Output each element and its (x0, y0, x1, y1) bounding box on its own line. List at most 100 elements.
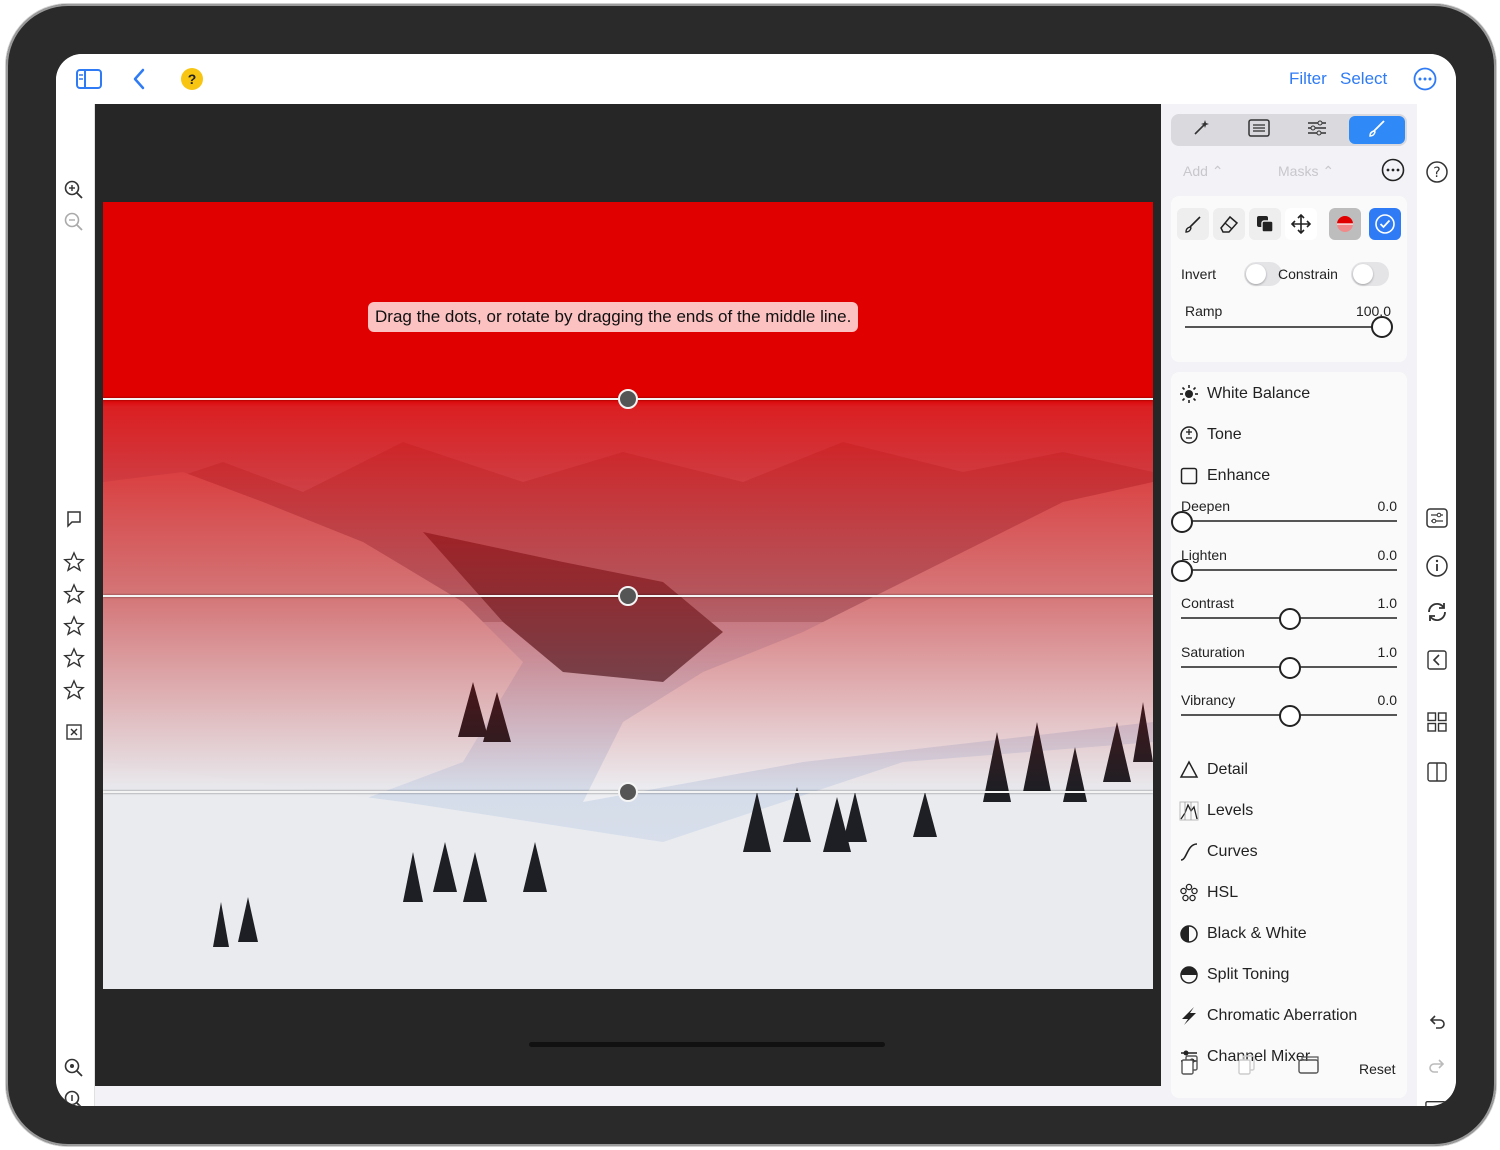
fill-copy-icon[interactable] (1249, 208, 1281, 240)
brush-icon (1367, 118, 1387, 143)
reset-button[interactable]: Reset (1359, 1061, 1396, 1077)
mask-overlay-icon[interactable] (1329, 208, 1361, 240)
confirm-check-icon[interactable] (1369, 208, 1401, 240)
adjustment-chromatic-aberration[interactable]: Chromatic Aberration (1179, 1004, 1357, 1028)
filmstrip-icon[interactable] (1425, 1098, 1449, 1106)
select-button[interactable]: Select (1340, 69, 1387, 89)
gradient-top-handle[interactable] (618, 389, 638, 409)
zoom-in-icon[interactable] (62, 178, 86, 202)
slider-knob[interactable] (1171, 559, 1193, 582)
copy-adjustments-icon[interactable] (1180, 1054, 1200, 1081)
filter-button[interactable]: Filter (1289, 69, 1327, 89)
color-wheel-icon (1179, 883, 1199, 903)
magic-wand-icon (1191, 118, 1211, 143)
grid-view-icon[interactable] (1425, 710, 1449, 734)
checkbox-icon[interactable] (1179, 466, 1199, 486)
paste-adjustments-icon[interactable] (1237, 1054, 1257, 1081)
constrain-label: Constrain (1278, 266, 1338, 282)
reject-icon[interactable] (62, 720, 86, 744)
left-toolbar (56, 104, 95, 1106)
slider-label: Contrast (1181, 595, 1234, 611)
help-badge[interactable]: ? (181, 68, 203, 90)
hsl-label: HSL (1207, 884, 1239, 901)
constrain-toggle[interactable] (1351, 262, 1389, 286)
adjustment-levels[interactable]: Levels (1179, 799, 1253, 823)
slider-knob[interactable] (1171, 511, 1193, 533)
paint-brush-icon[interactable] (1177, 208, 1209, 240)
redo-icon[interactable] (1425, 1054, 1449, 1078)
adjust-panel-icon[interactable] (1425, 506, 1449, 530)
star-1-icon[interactable] (62, 550, 86, 574)
black-white-label: Black & White (1207, 925, 1307, 942)
photo[interactable]: Drag the dots, or rotate by dragging the… (103, 202, 1153, 989)
slider-value: 0.0 (1377, 546, 1397, 563)
slider-label: Lighten (1181, 546, 1227, 563)
star-4-icon[interactable] (62, 646, 86, 670)
channel-mixer-label: Channel Mixer (1207, 1048, 1311, 1065)
zoom-out-icon[interactable] (62, 210, 86, 234)
adjustment-detail[interactable]: Detail (1179, 758, 1248, 782)
image-canvas[interactable]: Drag the dots, or rotate by dragging the… (95, 104, 1161, 1086)
tab-brush[interactable] (1349, 116, 1405, 144)
tab-auto-enhance[interactable] (1173, 116, 1229, 144)
help-icon[interactable]: ? (1425, 160, 1449, 184)
top-bar: ? Filter Select (56, 54, 1456, 104)
split-view-icon[interactable] (1425, 760, 1449, 784)
ramp-slider-knob[interactable] (1371, 316, 1393, 338)
gradient-middle-handle[interactable] (618, 586, 638, 606)
zoom-actual-icon[interactable] (62, 1088, 86, 1106)
triangle-icon (1179, 760, 1199, 780)
svg-text:?: ? (1433, 165, 1440, 181)
eraser-icon[interactable] (1213, 208, 1245, 240)
collapse-panel-icon[interactable] (1425, 648, 1449, 672)
adjustment-curves[interactable]: Curves (1179, 840, 1258, 864)
half-circle-icon (1179, 924, 1199, 944)
adjustment-tone[interactable]: Tone (1179, 423, 1242, 447)
star-2-icon[interactable] (62, 582, 86, 606)
slider-knob[interactable] (1279, 656, 1301, 679)
slider-knob[interactable] (1279, 705, 1301, 727)
sync-icon[interactable] (1425, 600, 1449, 624)
mask-tools-card: Invert Constrain Ramp 100.0 (1171, 196, 1407, 362)
panel-more-icon[interactable] (1381, 158, 1405, 187)
slider-knob[interactable] (1279, 608, 1301, 630)
sliders-icon (1306, 119, 1328, 142)
undo-icon[interactable] (1425, 1010, 1449, 1034)
gradient-bottom-handle[interactable] (618, 782, 638, 802)
sidebar-toggle-icon[interactable] (76, 66, 102, 92)
zoom-fit-icon[interactable] (62, 1056, 86, 1080)
invert-toggle[interactable] (1244, 262, 1282, 286)
adjustments-list: White Balance Tone Enhance Deepen 0.0 Ligh… (1171, 372, 1407, 1098)
move-icon[interactable] (1285, 208, 1317, 240)
masks-button[interactable]: Masks ⌃ (1278, 163, 1334, 180)
add-button[interactable]: Add ⌃ (1183, 163, 1224, 180)
compare-versions-icon[interactable] (1296, 1054, 1320, 1081)
tab-adjust[interactable] (1289, 116, 1345, 144)
right-toolbar: ? (1417, 104, 1456, 1106)
star-5-icon[interactable] (62, 678, 86, 702)
tab-info[interactable] (1231, 116, 1287, 144)
sun-icon (1179, 384, 1199, 404)
slider-track[interactable] (1181, 568, 1397, 571)
enhance-label: Enhance (1207, 467, 1271, 484)
exposure-icon (1179, 425, 1199, 445)
info-icon[interactable] (1425, 554, 1449, 578)
adjustment-hsl[interactable]: HSL (1179, 881, 1238, 905)
more-options-icon[interactable] (1412, 66, 1438, 92)
slider-label: Vibrancy (1181, 692, 1236, 708)
adjustment-white-balance[interactable]: White Balance (1179, 382, 1310, 406)
star-3-icon[interactable] (62, 614, 86, 638)
ramp-label: Ramp (1185, 303, 1223, 319)
edit-panel: Add ⌃ Masks ⌃ Invert Constrain Ramp 100.… (1171, 112, 1407, 1106)
slider-label: Saturation (1181, 643, 1245, 660)
invert-label: Invert (1181, 266, 1217, 282)
flag-icon[interactable] (62, 508, 86, 532)
split-circle-icon (1179, 965, 1199, 985)
adjustment-enhance[interactable]: Enhance (1179, 464, 1270, 488)
back-chevron-icon[interactable] (126, 66, 152, 92)
adjustment-black-white[interactable]: Black & White (1179, 922, 1307, 946)
slider-track[interactable] (1181, 520, 1397, 522)
drag-hint-tooltip: Drag the dots, or rotate by dragging the… (368, 302, 859, 332)
adjustment-split-toning[interactable]: Split Toning (1179, 963, 1289, 987)
ramp-slider-track[interactable] (1185, 326, 1381, 328)
